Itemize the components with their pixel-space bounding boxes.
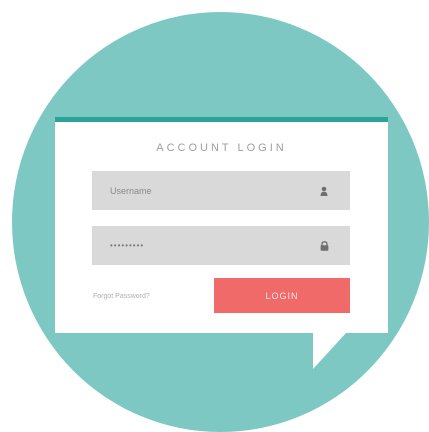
username-field[interactable]: Username bbox=[92, 171, 350, 210]
speech-bubble-tail bbox=[313, 333, 346, 369]
password-mask: ••••••••• bbox=[110, 241, 145, 250]
username-placeholder: Username bbox=[110, 185, 152, 196]
login-card: ACCOUNT LOGIN Username ••••••••• Forgot … bbox=[55, 117, 388, 333]
user-icon bbox=[319, 185, 329, 197]
login-title: ACCOUNT LOGIN bbox=[156, 142, 287, 154]
forgot-password-link[interactable]: Forgot Password? bbox=[93, 293, 150, 300]
lock-icon bbox=[319, 240, 329, 252]
login-button[interactable]: LOGIN bbox=[214, 278, 350, 313]
password-field[interactable]: ••••••••• bbox=[92, 226, 350, 265]
